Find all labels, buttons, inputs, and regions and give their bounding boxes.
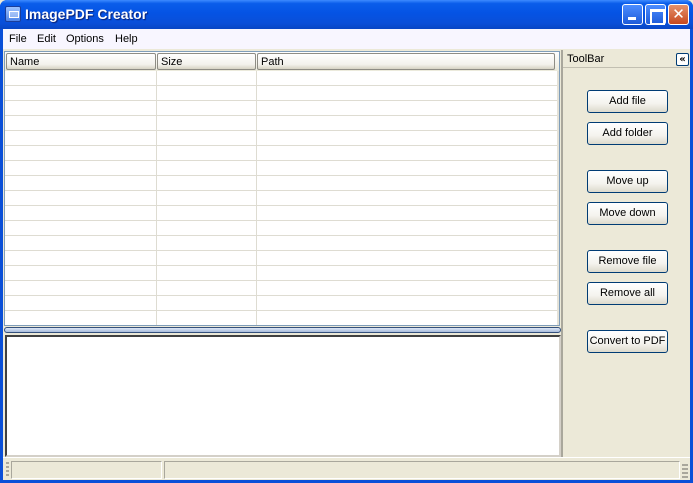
table-row[interactable] <box>5 266 559 281</box>
window-title: ImagePDF Creator <box>25 6 148 22</box>
convert-to-pdf-button[interactable]: Convert to PDF <box>587 330 668 353</box>
log-area[interactable] <box>5 335 561 457</box>
app-window: ImagePDF Creator ✕ File Edit Options Hel… <box>0 0 693 483</box>
menu-bar: File Edit Options Help <box>3 29 690 49</box>
collapse-toolbar-button[interactable]: « <box>676 53 689 66</box>
menu-edit[interactable]: Edit <box>37 33 56 45</box>
menu-help[interactable]: Help <box>115 33 138 45</box>
menu-file[interactable]: File <box>9 33 27 45</box>
remove-all-button[interactable]: Remove all <box>587 282 668 305</box>
add-folder-button[interactable]: Add folder <box>587 122 668 145</box>
table-row[interactable] <box>5 101 559 116</box>
table-row[interactable] <box>5 116 559 131</box>
column-divider <box>256 71 257 325</box>
minimize-button[interactable] <box>622 4 643 25</box>
title-bar[interactable]: ImagePDF Creator ✕ <box>0 0 693 29</box>
close-button[interactable]: ✕ <box>668 4 689 25</box>
client-area: File Edit Options Help Name Size Path To… <box>3 29 690 480</box>
table-row[interactable] <box>5 311 559 325</box>
app-window-icon[interactable] <box>5 6 21 22</box>
move-down-button[interactable]: Move down <box>587 202 668 225</box>
file-list-header: Name Size Path <box>5 52 559 71</box>
status-grip <box>6 462 9 477</box>
menu-options[interactable]: Options <box>66 33 104 45</box>
list-right-edge <box>557 71 559 325</box>
column-header-size[interactable]: Size <box>157 53 256 70</box>
toolbar-title: ToolBar <box>567 53 605 65</box>
table-row[interactable] <box>5 191 559 206</box>
add-file-button[interactable]: Add file <box>587 90 668 113</box>
status-pane-left <box>11 461 162 479</box>
table-row[interactable] <box>5 146 559 161</box>
toolbar-panel: ToolBar « Add file Add folder Move up Mo… <box>561 50 690 457</box>
resize-grip-icon[interactable] <box>682 464 688 479</box>
toolbar-divider <box>563 67 690 68</box>
table-row[interactable] <box>5 131 559 146</box>
table-row[interactable] <box>5 86 559 101</box>
table-row[interactable] <box>5 71 559 86</box>
status-pane-main <box>164 461 680 479</box>
column-divider <box>156 71 157 325</box>
table-row[interactable] <box>5 176 559 191</box>
column-header-path[interactable]: Path <box>257 53 555 70</box>
table-row[interactable] <box>5 161 559 176</box>
file-list[interactable]: Name Size Path <box>4 51 560 326</box>
panel-splitter[interactable] <box>4 327 561 333</box>
table-row[interactable] <box>5 281 559 296</box>
column-header-name[interactable]: Name <box>6 53 156 70</box>
table-row[interactable] <box>5 251 559 266</box>
maximize-button[interactable] <box>645 4 666 25</box>
remove-file-button[interactable]: Remove file <box>587 250 668 273</box>
close-icon: ✕ <box>672 5 685 23</box>
move-up-button[interactable]: Move up <box>587 170 668 193</box>
table-row[interactable] <box>5 206 559 221</box>
table-row[interactable] <box>5 221 559 236</box>
status-bar <box>3 457 690 480</box>
table-row[interactable] <box>5 296 559 311</box>
table-row[interactable] <box>5 236 559 251</box>
